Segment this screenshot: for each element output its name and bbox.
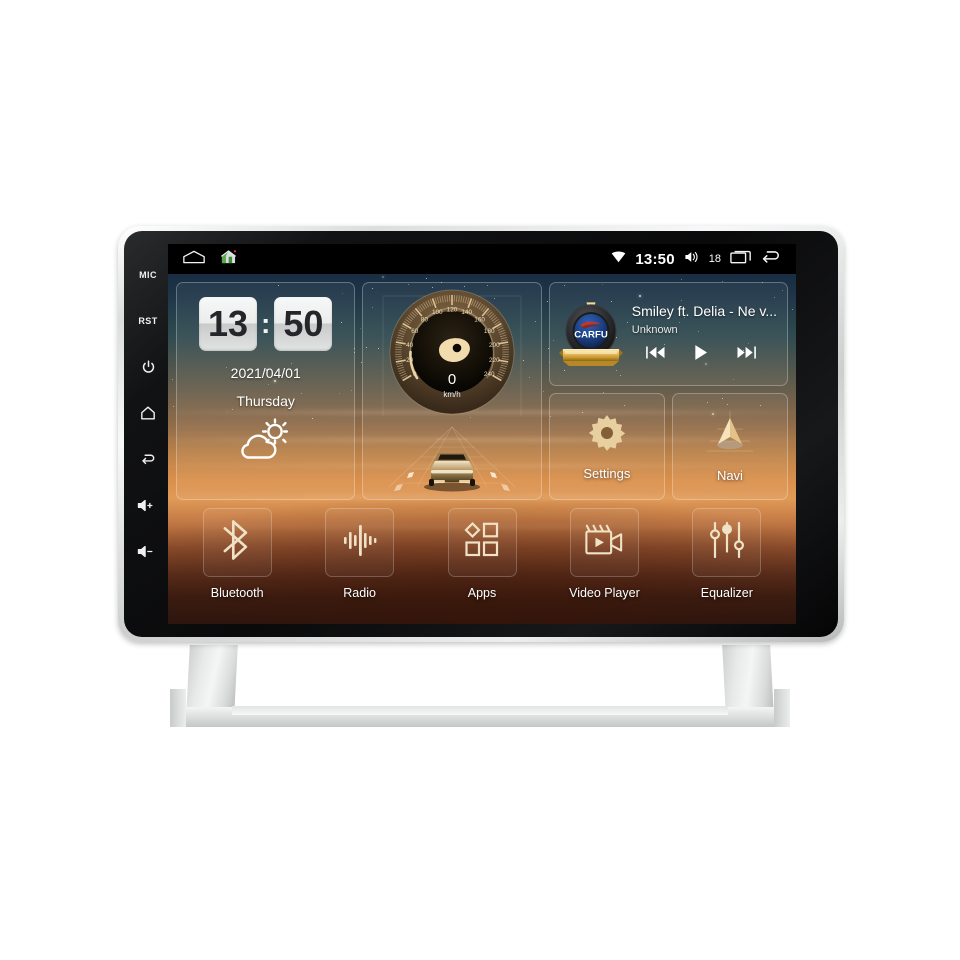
current-date: 2021/04/01 <box>230 365 301 381</box>
carfu-badge-icon: CARFU <box>558 294 624 374</box>
radio-icon-box <box>325 508 395 577</box>
music-player-widget[interactable]: CARFU Smiley ft. Delia - Ne v... Unknown <box>548 282 788 386</box>
svg-text:km/h: km/h <box>443 390 460 399</box>
svg-text:0: 0 <box>413 371 417 378</box>
status-clock: 13:50 <box>635 250 675 268</box>
home-outline-icon[interactable] <box>182 250 206 269</box>
volume-icon[interactable] <box>684 250 700 269</box>
svg-text:20: 20 <box>406 357 414 364</box>
svg-text:200: 200 <box>489 342 500 349</box>
widget-row-top: 13 : 50 2021/04/01 Thursday 0 20 40 60 8… <box>176 282 788 500</box>
svg-text:160: 160 <box>474 316 485 323</box>
reset-label: RST <box>138 316 158 326</box>
svg-text:CARFU: CARFU <box>574 330 608 341</box>
clock-minutes: 50 <box>274 297 333 351</box>
svg-text:140: 140 <box>461 309 472 316</box>
equalizer-icon <box>708 521 746 564</box>
current-weekday: Thursday <box>236 393 295 409</box>
dock-radio-label: Radio <box>343 586 376 600</box>
mic-label: MIC <box>139 270 157 280</box>
previous-track-icon[interactable] <box>645 345 666 365</box>
house-color-icon[interactable] <box>220 249 237 270</box>
tile-settings[interactable]: Settings <box>548 393 665 500</box>
bracket-leg-right <box>722 645 774 715</box>
home-icon <box>139 405 157 421</box>
svg-text:100: 100 <box>432 309 443 316</box>
bluetooth-icon-box <box>202 508 272 577</box>
home-screen: 13 : 50 2021/04/01 Thursday 0 20 40 60 8… <box>168 274 796 624</box>
device-wrapper: MIC RST 13:50 18 13: 50 2021/04/01 Thur… <box>0 0 960 960</box>
back-icon <box>139 451 157 468</box>
bracket-foot-inner <box>232 706 728 715</box>
track-title: Smiley ft. Delia - Ne v... <box>631 302 777 319</box>
volume-level: 18 <box>708 253 721 265</box>
dock-equalizer-label: Equalizer <box>700 586 753 600</box>
svg-text:40: 40 <box>406 342 414 349</box>
side-key-volume-up[interactable] <box>131 482 165 528</box>
tile-settings-label: Settings <box>583 465 631 481</box>
navigation-icon <box>706 410 753 460</box>
side-key-volume-down[interactable] <box>131 528 165 574</box>
app-dock: Bluetooth Radio Apps Video Player Equali… <box>176 508 788 616</box>
speed-gauge: 0 20 40 60 80 100 120 140 160 180 200 220 240 0 km/h <box>369 286 535 431</box>
power-icon <box>140 359 157 376</box>
volume-down-icon <box>137 544 159 559</box>
play-icon[interactable] <box>693 344 709 366</box>
video-icon-box <box>569 508 639 577</box>
back-arrow-icon[interactable] <box>761 249 782 269</box>
svg-text:0: 0 <box>448 371 456 388</box>
svg-text:60: 60 <box>411 328 419 335</box>
partly-cloudy-icon[interactable] <box>235 417 297 468</box>
recents-icon[interactable] <box>730 249 752 269</box>
dock-bluetooth-label: Bluetooth <box>210 586 264 600</box>
radio-waves-icon <box>342 522 378 563</box>
volume-up-icon <box>137 498 159 513</box>
wifi-icon <box>611 250 626 268</box>
dock-radio[interactable]: Radio <box>298 508 420 616</box>
svg-text:180: 180 <box>484 328 495 335</box>
apps-grid-icon <box>463 521 501 564</box>
gear-icon <box>587 413 627 458</box>
widget-column-right: CARFU Smiley ft. Delia - Ne v... Unknown… <box>548 282 788 500</box>
apps-icon-box <box>447 508 517 577</box>
dock-apps[interactable]: Apps <box>421 508 543 616</box>
side-key-mic[interactable]: MIC <box>131 252 165 298</box>
svg-text:120: 120 <box>447 306 458 313</box>
clock-date-weather-widget[interactable]: 13 : 50 2021/04/01 Thursday <box>176 282 356 500</box>
dock-apps-label: Apps <box>467 586 497 600</box>
hardware-key-column: MIC RST <box>128 240 168 630</box>
mounting-bracket <box>170 645 790 727</box>
track-artist: Unknown <box>631 323 678 336</box>
side-key-power[interactable] <box>131 344 165 390</box>
clock-separator: : <box>261 308 271 339</box>
clock-hours: 13 <box>199 297 258 351</box>
bracket-tab-left <box>170 689 186 727</box>
next-track-icon[interactable] <box>736 345 757 365</box>
dock-video-player-label: Video Player <box>569 586 640 600</box>
flip-clock: 13 : 50 <box>199 297 333 351</box>
touchscreen[interactable]: 13:50 18 13: 50 2021/04/01 Thursday 0 2… <box>168 244 796 624</box>
dock-bluetooth[interactable]: Bluetooth <box>176 508 298 616</box>
svg-text:240: 240 <box>484 371 495 378</box>
speedometer-widget[interactable]: 0 20 40 60 80 100 120 140 160 180 200 220 240 0 km/h <box>362 282 542 500</box>
svg-text:220: 220 <box>489 357 500 364</box>
equalizer-icon-box <box>692 508 762 577</box>
side-key-home[interactable] <box>131 390 165 436</box>
bracket-tab-right <box>774 689 790 727</box>
status-bar: 13:50 18 <box>168 244 796 274</box>
dock-video-player[interactable]: Video Player <box>543 508 665 616</box>
tile-navi[interactable]: Navi <box>671 393 788 500</box>
bluetooth-icon <box>221 520 254 565</box>
tile-row: Settings Navi <box>548 393 788 500</box>
side-key-reset[interactable]: RST <box>131 298 165 344</box>
video-camera-icon <box>584 523 624 562</box>
car-on-road-icon <box>369 425 535 499</box>
dock-equalizer[interactable]: Equalizer <box>666 508 788 616</box>
svg-text:80: 80 <box>421 316 429 323</box>
tile-navi-label: Navi <box>716 467 743 483</box>
bracket-leg-left <box>186 645 238 715</box>
side-key-back[interactable] <box>131 436 165 482</box>
